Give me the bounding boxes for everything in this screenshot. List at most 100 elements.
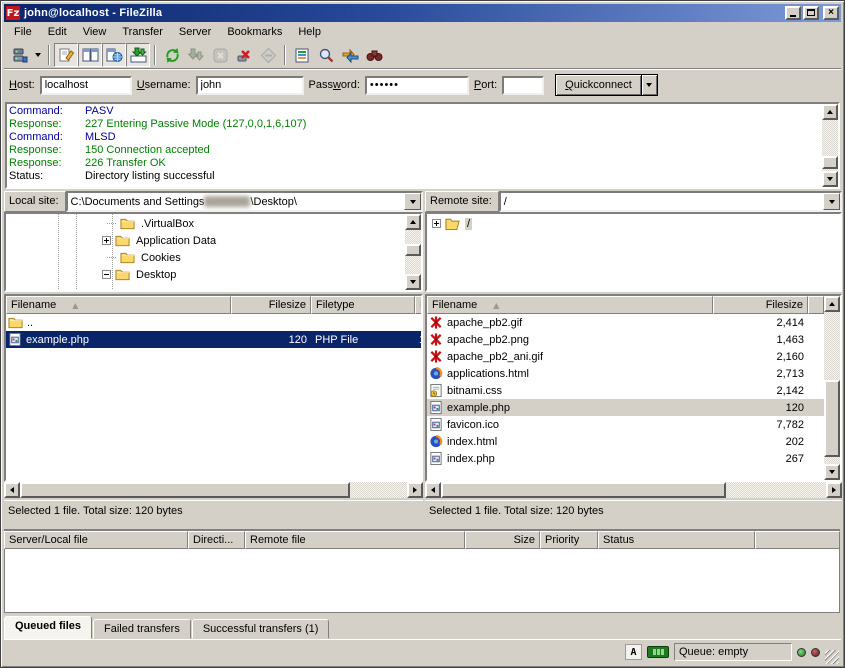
abort-button[interactable] [256,43,280,67]
queue-tabs: Queued files Failed transfers Successful… [4,615,841,639]
process-queue-button[interactable] [184,43,208,67]
menu-view[interactable]: View [75,24,115,40]
column-header-size[interactable]: Size [465,531,540,549]
toggle-local-tree-button[interactable] [78,43,102,67]
tree-item-root[interactable]: / [427,215,824,232]
remote-site-combo[interactable]: / [499,191,842,212]
file-row[interactable]: bitnami.css 2,142 [427,382,824,399]
close-button[interactable]: × [823,6,839,20]
host-input[interactable] [40,76,132,95]
css-file-icon [429,383,443,398]
filter-button[interactable] [290,43,314,67]
resize-grip[interactable] [825,650,839,664]
scroll-thumb[interactable] [824,380,840,457]
queue-list-empty[interactable] [4,549,840,613]
scroll-thumb[interactable] [20,482,350,498]
scroll-up-button[interactable] [405,214,421,230]
column-header-filename[interactable]: Filename▲ [6,296,231,314]
local-path-value[interactable]: C:\Documents and Settings\Desktop\ [68,193,404,210]
username-input[interactable] [196,76,304,95]
refresh-button[interactable] [160,43,184,67]
toggle-queue-button[interactable] [126,43,150,67]
speed-limit-icon[interactable] [647,646,669,658]
scroll-thumb[interactable] [822,156,838,169]
tab-queued-files[interactable]: Queued files [4,616,92,639]
tree-item-application-data[interactable]: Application Data [6,232,405,249]
scroll-down-button[interactable] [824,464,840,480]
scroll-up-button[interactable] [822,104,838,120]
cancel-operation-button[interactable] [208,43,232,67]
tab-failed-transfers[interactable]: Failed transfers [93,619,191,639]
menu-help[interactable]: Help [290,24,329,40]
transfer-type-indicator-icon[interactable]: A [625,644,642,660]
column-header-filesize[interactable]: Filesize [713,296,808,314]
password-input[interactable] [365,76,469,95]
file-row[interactable]: favicon.ico 7,782 [427,416,824,433]
column-header-direction[interactable]: Directi... [188,531,245,549]
scroll-down-button[interactable] [822,171,838,187]
scroll-up-button[interactable] [824,296,840,312]
site-manager-button[interactable] [7,43,31,67]
local-site-combo[interactable]: C:\Documents and Settings\Desktop\ [66,191,423,212]
title-bar[interactable]: Fz john@localhost - FileZilla × [4,4,841,22]
local-site-dropdown-button[interactable] [404,193,421,210]
scroll-thumb[interactable] [441,482,726,498]
file-row[interactable]: apache_pb2.gif 2,414 [427,314,824,331]
file-row-selected[interactable]: example.php 120 [427,399,824,416]
scroll-right-button[interactable] [826,482,842,498]
tree-item-desktop[interactable]: Desktop [6,266,405,283]
minimize-button[interactable] [785,6,801,20]
site-manager-dropdown-button[interactable] [31,43,44,67]
maximize-button[interactable] [803,6,819,20]
column-header-filename[interactable]: Filename▲ [427,296,713,314]
file-row[interactable]: index.html 202 [427,433,824,450]
toggle-remote-tree-button[interactable] [102,43,126,67]
expand-plus-icon[interactable] [432,219,441,228]
scroll-down-button[interactable] [405,274,421,290]
menu-transfer[interactable]: Transfer [114,24,171,40]
menu-bookmarks[interactable]: Bookmarks [219,24,290,40]
port-input[interactable] [502,76,544,95]
local-tree-scrollbar[interactable] [405,214,421,290]
column-header-filetype[interactable]: Filetype [311,296,415,314]
tree-item-cookies[interactable]: Cookies [6,249,405,266]
scroll-left-button[interactable] [425,482,441,498]
sync-browsing-icon [342,47,359,64]
remote-list-hscrollbar[interactable] [425,482,842,498]
menu-server[interactable]: Server [171,24,219,40]
local-list-hscrollbar[interactable] [4,482,423,498]
scroll-thumb[interactable] [405,244,421,256]
compare-directories-button[interactable] [314,43,338,67]
file-row[interactable]: applications.html 2,713 [427,365,824,382]
column-header-remote-file[interactable]: Remote file [245,531,465,549]
expand-plus-icon[interactable] [102,236,111,245]
scroll-right-button[interactable] [407,482,423,498]
column-header-server-local-file[interactable]: Server/Local file [4,531,188,549]
folder-icon [8,316,23,329]
tree-item-virtualbox[interactable]: .VirtualBox [6,215,405,232]
remote-path-value[interactable]: / [501,193,823,210]
file-row-example-php[interactable]: example.php 120 PHP File 1 [6,331,421,348]
column-header-lastmodified[interactable]: L [415,296,421,314]
file-row[interactable]: apache_pb2_ani.gif 2,160 [427,348,824,365]
quickconnect-button[interactable]: Quickconnect [555,74,642,96]
menu-file[interactable]: File [6,24,40,40]
synchronized-browsing-button[interactable] [338,43,362,67]
remote-list-scrollbar[interactable] [824,296,840,480]
remote-site-dropdown-button[interactable] [823,193,840,210]
column-header-status[interactable]: Status [598,531,755,549]
toggle-message-log-button[interactable] [54,43,78,67]
search-button[interactable] [362,43,386,67]
tab-successful-transfers[interactable]: Successful transfers (1) [192,619,330,639]
quickconnect-dropdown-button[interactable] [642,74,658,96]
column-header-priority[interactable]: Priority [540,531,598,549]
disconnect-button[interactable] [232,43,256,67]
menu-edit[interactable]: Edit [40,24,75,40]
scroll-left-button[interactable] [4,482,20,498]
collapse-minus-icon[interactable] [102,270,111,279]
file-row-parent-dir[interactable]: .. [6,314,421,331]
log-scrollbar[interactable] [822,104,838,187]
file-row[interactable]: index.php 267 [427,450,824,467]
file-row[interactable]: apache_pb2.png 1,463 [427,331,824,348]
column-header-filesize[interactable]: Filesize [231,296,311,314]
